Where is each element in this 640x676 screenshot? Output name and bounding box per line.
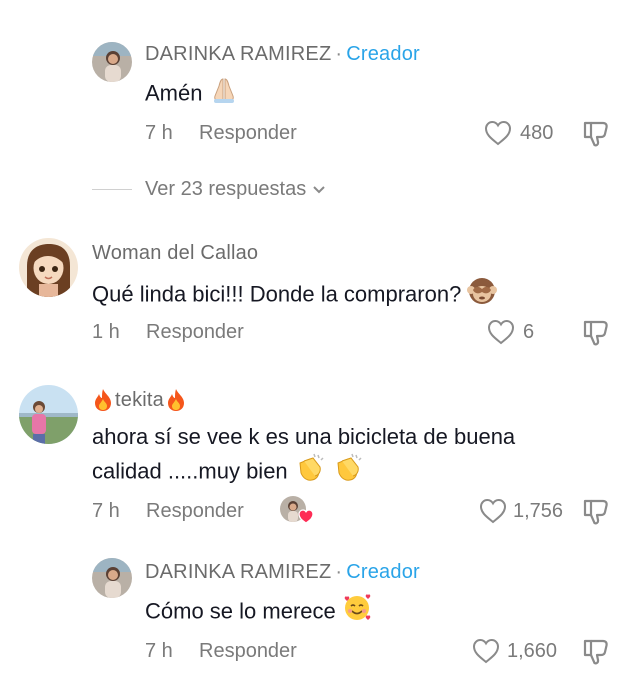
clapping-hands-icon [332,453,364,492]
comment-author-line[interactable]: tekita [92,388,187,412]
view-replies-button[interactable]: Ver 23 respuestas [145,178,326,201]
creator-badge: Creador [346,43,420,65]
separator-dot: · [335,561,343,583]
reply-button[interactable]: Responder [199,122,297,145]
thumbs-down-icon [583,320,608,346]
comment-text: Qué linda bici!!! Donde la compraron? [92,276,498,315]
fire-icon [95,389,111,411]
heart-icon [487,319,515,345]
avatar[interactable] [19,385,78,444]
like-count: 480 [520,122,554,144]
comment-time: 7 h [92,500,120,522]
thumbs-down-icon [583,121,608,147]
avatar[interactable] [92,558,132,598]
comment-author[interactable]: Woman del Callao [92,242,258,265]
like-count: 1,660 [507,640,558,662]
creator-badge: Creador [346,561,420,583]
dislike-button[interactable] [581,318,611,353]
comment-text-content: Cómo se lo merece [145,598,336,624]
creator-liked-badge [280,496,314,526]
heart-icon [298,509,314,524]
view-replies-label: Ver 23 respuestas [145,178,307,200]
like-button[interactable] [479,498,507,529]
comment-author[interactable]: DARINKA RAMIREZ [145,561,331,583]
reply-button[interactable]: Responder [146,321,244,344]
comment-text-content: Amén [145,80,203,106]
dislike-button[interactable] [581,497,611,532]
replies-divider [92,189,132,190]
heart-icon [472,638,500,664]
comment-time: 1 h [92,321,120,343]
fire-icon [168,389,185,411]
like-count: 6 [523,321,535,343]
reply-button[interactable]: Responder [146,500,244,523]
praying-hands-icon [209,76,239,113]
reply-button[interactable]: Responder [199,640,297,663]
heart-icon [484,120,512,146]
comment-text-line: ahora sí se vee k es una bicicleta de bu… [92,424,516,449]
comment-time: 7 h [145,122,173,144]
smiling-face-with-hearts-icon [342,593,372,632]
see-no-evil-monkey-icon [467,276,498,315]
comment-author-line: DARINKA RAMIREZ · Creador [145,561,420,584]
chevron-down-icon [313,186,325,194]
avatar[interactable] [19,238,78,297]
comment-text: Amén [145,76,239,113]
comment-text: calidad .....muy bien [92,453,364,492]
clapping-hands-icon [294,453,326,492]
like-button[interactable] [487,319,515,350]
comment-author[interactable]: tekita [115,389,164,412]
comment-text: Cómo se lo merece [145,593,372,632]
heart-icon [479,498,507,524]
comment-author-line: DARINKA RAMIREZ · Creador [145,43,420,66]
thumbs-down-icon [583,499,608,525]
comment-text-content: calidad .....muy bien [92,458,288,484]
like-button[interactable] [472,638,500,669]
like-button[interactable] [484,120,512,151]
dislike-button[interactable] [581,119,611,154]
avatar[interactable] [92,42,132,82]
comment-author[interactable]: DARINKA RAMIREZ [145,43,331,65]
like-count: 1,756 [513,500,564,522]
dislike-button[interactable] [581,637,611,672]
comment-time: 7 h [145,640,173,662]
separator-dot: · [335,43,343,65]
comment-text-content: Qué linda bici!!! Donde la compraron? [92,281,462,307]
thumbs-down-icon [583,639,608,665]
